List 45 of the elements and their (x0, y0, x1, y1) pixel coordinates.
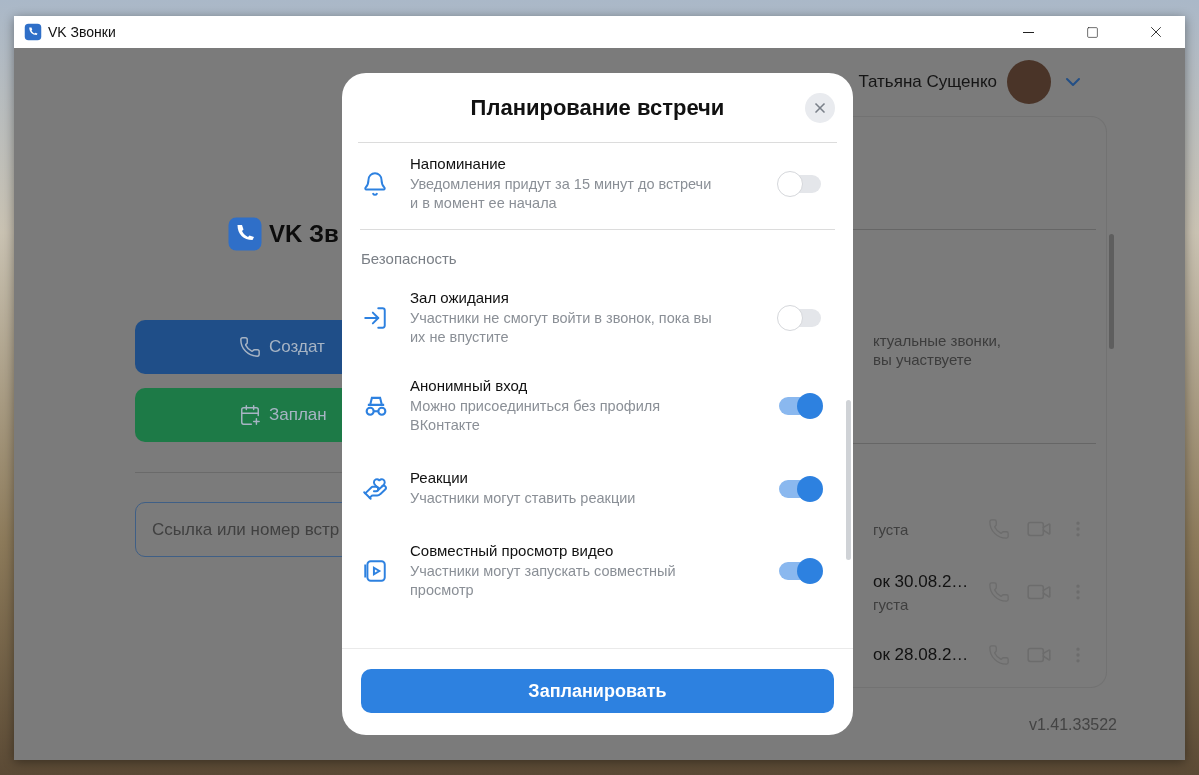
app-logo-icon (227, 216, 263, 252)
video-play-icon (362, 558, 388, 584)
hand-heart-icon (362, 475, 388, 502)
setting-description: Уведомления придут за 15 минут до встречи и в момент ее начала (410, 175, 713, 213)
version-text: v1.41.33522 (1028, 716, 1117, 734)
call-date: густа (873, 595, 910, 613)
scrollbar-thumb[interactable] (1108, 234, 1114, 349)
close-button[interactable] (805, 93, 835, 123)
setting-title: Анонимный вход (410, 377, 529, 394)
toggle-switch[interactable] (777, 558, 823, 584)
call-item[interactable]: густа (873, 497, 1096, 561)
user-name: Татьяна Сущенко (858, 72, 997, 92)
setting-title: Реакции (410, 469, 469, 486)
call-title: ок 30.08.2… (873, 571, 970, 592)
call-item[interactable]: ок 28.08.2… (873, 623, 1096, 687)
calendar-plus-icon (239, 404, 261, 426)
toggle-switch[interactable] (777, 171, 823, 197)
setting-title: Совместный просмотр видео (410, 542, 615, 559)
empty-hint-text: ктуальные звонки, (873, 331, 1002, 351)
call-item[interactable]: ок 30.08.2… густа (873, 560, 1096, 624)
dialog-title: Планирование встречи (470, 94, 725, 121)
setting-title: Зал ожидания (410, 289, 510, 306)
phone-icon (239, 336, 261, 358)
call-title: ок 28.08.2… (873, 645, 970, 666)
setting-description: Можно присоединиться без профиля ВКонтакте (410, 397, 662, 435)
minimize-icon (1022, 31, 1034, 33)
schedule-submit-button[interactable]: Запланировать (361, 669, 834, 713)
call-date: густа (873, 520, 910, 538)
avatar[interactable] (1007, 60, 1051, 104)
empty-hint-text: вы участвуете (873, 350, 973, 370)
setting-description: Участники могут запускать совместный просмотр (410, 562, 677, 600)
toggle-switch[interactable] (777, 475, 823, 502)
app-logo-icon (24, 23, 42, 41)
close-icon (812, 100, 828, 116)
toggle-switch[interactable] (777, 393, 823, 419)
toggle-switch[interactable] (777, 305, 823, 331)
scrollbar-thumb[interactable] (846, 400, 851, 560)
maximize-icon (1085, 25, 1099, 39)
bell-icon (362, 171, 388, 197)
setting-description: Участники не смогут войти в звонок, пока вы их не впустите (410, 309, 713, 347)
logo-text: VK Зв (269, 220, 339, 248)
window-title: VK Звонки (48, 24, 117, 40)
setting-description: Участники могут ставить реакции (410, 489, 637, 508)
section-header: Безопасность (360, 249, 458, 269)
setting-title: Напоминание (410, 155, 507, 172)
